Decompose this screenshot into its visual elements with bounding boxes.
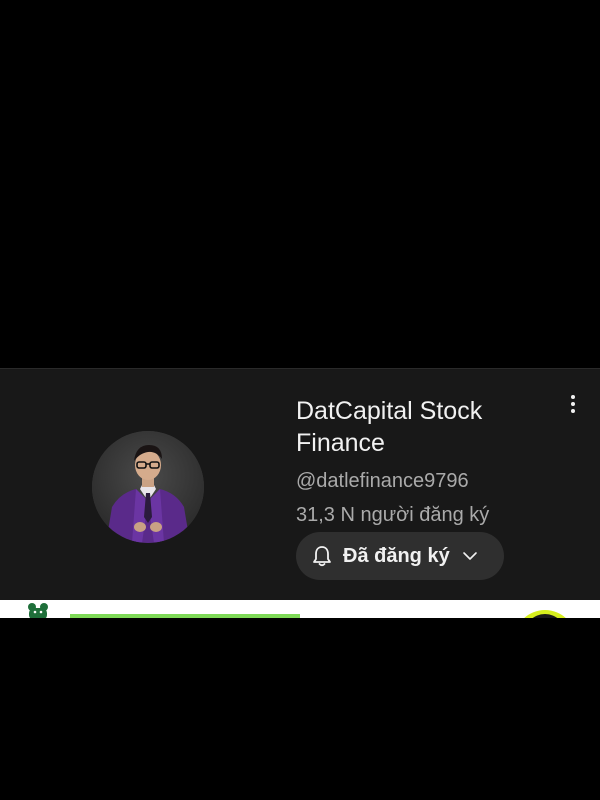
subscriber-count: 31,3 N người đăng ký (296, 504, 490, 526)
subscribed-button-label: Đã đăng ký (343, 544, 450, 567)
channel-header-card: DatCapital Stock Finance @datlefinance97… (0, 368, 600, 600)
bell-icon (311, 544, 333, 568)
more-dot (571, 409, 575, 413)
more-dot (571, 395, 575, 399)
channel-name: DatCapital Stock Finance (296, 397, 483, 457)
more-dot (571, 402, 575, 406)
green-banner-bar (70, 614, 300, 618)
channel-info: DatCapital Stock Finance @datlefinance97… (296, 395, 546, 527)
yellow-circle-graphic (514, 610, 576, 618)
screen: DatCapital Stock Finance @datlefinance97… (0, 0, 600, 800)
subscribed-button[interactable]: Đã đăng ký (296, 532, 504, 580)
more-vertical-icon[interactable] (562, 391, 584, 417)
channel-avatar[interactable] (92, 431, 204, 543)
chevron-down-icon (462, 547, 480, 565)
content-preview-strip (0, 600, 600, 618)
person-avatar-icon (92, 431, 204, 543)
channel-handle: @datlefinance9796 (296, 470, 469, 492)
bear-logo-icon (28, 603, 48, 618)
